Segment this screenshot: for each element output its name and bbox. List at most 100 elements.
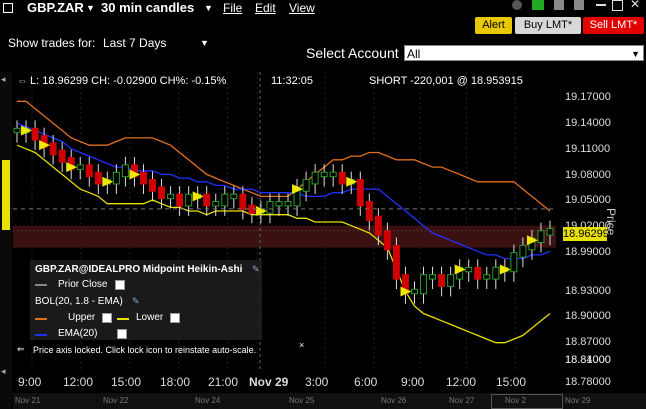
axis-lock-icon[interactable]: ⇐ — [17, 344, 25, 355]
upper-checkbox[interactable] — [102, 313, 112, 323]
scroll-date: Nov 22 — [103, 396, 129, 405]
candle — [149, 179, 157, 192]
candle — [302, 179, 310, 192]
scroll-date: Nov 24 — [195, 396, 221, 405]
dismiss-note-icon[interactable]: × — [299, 340, 304, 350]
price-axis-title: Price — [604, 208, 618, 236]
symbol-dropdown-icon[interactable]: ▼ — [86, 3, 95, 13]
candle — [31, 127, 39, 141]
candle — [320, 171, 328, 178]
candle — [429, 274, 437, 280]
menu-file[interactable]: File — [223, 1, 242, 15]
position-indicator — [2, 160, 10, 230]
bol-settings-icon[interactable]: ✎ — [132, 296, 140, 307]
settings-icon[interactable] — [574, 0, 584, 10]
price-tick: 18.87000 — [565, 336, 611, 348]
candle — [492, 266, 500, 280]
price-band — [13, 225, 556, 248]
candle — [212, 201, 220, 207]
prior-close-checkbox[interactable] — [115, 280, 125, 290]
scroll-date: Nov 27 — [449, 396, 475, 405]
collapse-arrow-icon[interactable]: ◂ — [1, 74, 6, 85]
candle — [420, 274, 428, 295]
candle — [85, 164, 93, 178]
ema-checkbox[interactable] — [117, 329, 127, 339]
candle — [284, 201, 292, 207]
show-trades-label: Show trades for: — [8, 36, 96, 50]
help-icon[interactable] — [512, 0, 522, 10]
candle — [510, 252, 518, 273]
interval-label[interactable]: 30 min candles — [101, 0, 194, 15]
candle — [167, 193, 175, 200]
candle — [112, 171, 120, 185]
price-tick: 18.81000 — [565, 354, 611, 366]
grid-menu-icon[interactable] — [3, 3, 13, 13]
time-tick: 6:00 — [354, 375, 378, 389]
show-trades-value[interactable]: Last 7 Days — [103, 36, 166, 50]
crosshair-icon[interactable]: ⇔ — [17, 75, 28, 87]
lower-swatch — [117, 318, 129, 320]
price-tick: 18.99000 — [565, 246, 611, 258]
upper-swatch — [35, 318, 47, 320]
legend-prior-close: Prior Close — [58, 279, 108, 290]
sell-limit-button[interactable]: Sell LMT* — [583, 17, 644, 34]
buy-limit-button[interactable]: Buy LMT* — [515, 17, 581, 34]
price-tick: 18.93000 — [565, 285, 611, 297]
legend-settings-icon[interactable]: ✎ — [252, 264, 260, 275]
show-trades-dropdown-icon[interactable]: ▼ — [200, 38, 209, 48]
lock-icon[interactable] — [554, 0, 564, 10]
price-axis[interactable]: 19.17000 19.14000 19.11000 19.08000 19.0… — [556, 72, 646, 372]
menu-edit[interactable]: Edit — [255, 1, 276, 15]
date-scroll-bar[interactable]: Nov 21 Nov 22 Nov 24 Nov 25 Nov 26 Nov 2… — [13, 393, 646, 409]
candle — [438, 274, 446, 287]
candle — [58, 149, 66, 163]
top-toolbar: GBP.ZAR ▼ 30 min candles ▼ File Edit Vie… — [0, 0, 646, 50]
time-tick: 9:00 — [18, 375, 42, 389]
position-summary: SHORT -220,001 @ 18.953915 — [369, 75, 523, 87]
window-controls: ✕ — [512, 0, 646, 14]
candle — [239, 193, 247, 211]
time-tick: 9:00 — [401, 375, 425, 389]
time-tick: 12:00 — [63, 375, 94, 389]
expand-arrow-icon[interactable]: ◂ — [1, 366, 6, 377]
scroll-date: Nov 21 — [15, 396, 41, 405]
account-dropdown-icon[interactable]: ▼ — [631, 46, 640, 62]
legend-ema: EMA(20) — [58, 328, 98, 339]
candle — [546, 228, 554, 236]
price-tick: 18.78000 — [565, 376, 611, 388]
maximize-icon[interactable] — [612, 0, 623, 11]
candle — [230, 193, 238, 200]
time-tick: 12:00 — [446, 375, 477, 389]
candle — [474, 266, 482, 280]
candle — [329, 171, 337, 178]
legend-title: GBP.ZAR@IDEALPRO Midpoint Heikin-Ashi — [35, 264, 243, 275]
time-tick-day: Nov 29 — [249, 375, 289, 389]
lower-checkbox[interactable] — [170, 313, 180, 323]
candle — [465, 266, 473, 273]
interval-dropdown-icon[interactable]: ▼ — [204, 3, 213, 13]
time-tick: 18:00 — [160, 375, 191, 389]
time-axis[interactable]: 9:00 12:00 15:00 18:00 21:00 Nov 29 3:00… — [13, 372, 556, 393]
menu-view[interactable]: View — [289, 1, 315, 15]
link-icon[interactable] — [532, 0, 544, 10]
symbol-label[interactable]: GBP.ZAR — [27, 0, 84, 15]
candle — [185, 193, 193, 207]
ema-swatch — [35, 334, 47, 336]
candle — [311, 171, 319, 185]
minimize-icon[interactable] — [596, 4, 606, 6]
alert-button[interactable]: Alert — [475, 17, 512, 34]
scroll-date: Nov 26 — [381, 396, 407, 405]
candle — [338, 171, 346, 185]
price-tick: 19.05000 — [565, 194, 611, 206]
price-tick: 19.11000 — [565, 143, 611, 155]
price-tick: 19.08000 — [565, 169, 611, 181]
scroll-thumb[interactable] — [491, 394, 563, 409]
left-indicator-bar: ◂ ◂ — [0, 72, 12, 409]
candle — [221, 193, 229, 207]
close-icon[interactable]: ✕ — [630, 0, 640, 11]
candle — [537, 230, 545, 243]
select-account-label: Select Account — [306, 45, 399, 61]
account-select[interactable]: All ▼ — [404, 45, 644, 61]
candle — [121, 164, 129, 178]
candle — [76, 164, 84, 170]
